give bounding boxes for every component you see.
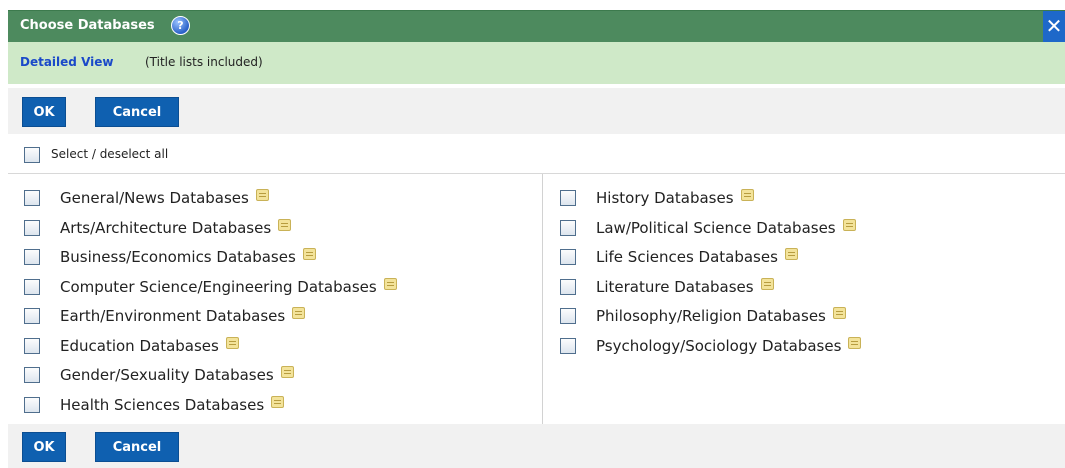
database-item-label: Philosophy/Religion Databases [596, 307, 846, 325]
bottom-button-row: OK Cancel [8, 424, 1065, 468]
note-icon[interactable] [271, 395, 285, 408]
ok-button-top[interactable]: OK [22, 97, 66, 127]
database-item-label: Business/Economics Databases [60, 248, 316, 266]
database-checkbox[interactable] [24, 396, 40, 413]
database-name[interactable]: Earth/Environment Databases [60, 307, 285, 325]
dialog-titlebar: Choose Databases ? ✕ [8, 10, 1065, 43]
database-checkbox[interactable] [24, 219, 40, 236]
database-name[interactable]: General/News Databases [60, 189, 249, 207]
choose-databases-dialog: Choose Databases ? ✕ Detailed View (Titl… [0, 0, 1065, 468]
database-checkbox[interactable] [560, 190, 576, 206]
database-name[interactable]: Literature Databases [596, 278, 754, 296]
database-name[interactable]: History Databases [596, 189, 734, 207]
note-icon[interactable] [760, 277, 774, 290]
top-button-row: OK Cancel [8, 88, 1065, 134]
database-name[interactable]: Philosophy/Religion Databases [596, 307, 826, 325]
database-item-label: Health Sciences Databases [60, 395, 285, 414]
note-icon[interactable] [832, 307, 846, 319]
title-lists-note: (Title lists included) [145, 55, 263, 69]
database-item-label: History Databases [596, 189, 754, 207]
note-icon[interactable] [278, 218, 292, 231]
database-item-label: Literature Databases [596, 277, 774, 296]
database-name[interactable]: Computer Science/Engineering Databases [60, 278, 377, 296]
note-icon[interactable] [225, 336, 239, 349]
database-checkbox[interactable] [560, 308, 576, 324]
database-name[interactable]: Business/Economics Databases [60, 248, 296, 266]
database-name[interactable]: Arts/Architecture Databases [60, 219, 271, 237]
database-item-label: Arts/Architecture Databases [60, 218, 292, 237]
help-icon[interactable]: ? [171, 16, 190, 35]
note-icon[interactable] [842, 218, 856, 231]
database-item-label: Life Sciences Databases [596, 248, 798, 266]
database-name[interactable]: Health Sciences Databases [60, 396, 264, 414]
database-checkbox[interactable] [24, 367, 40, 383]
ok-button-bottom[interactable]: OK [22, 432, 66, 462]
select-all-row: Select / deselect all [8, 134, 1065, 172]
dialog-title: Choose Databases [20, 18, 155, 33]
note-icon[interactable] [784, 248, 798, 260]
cancel-button-top[interactable]: Cancel [95, 97, 179, 127]
database-item-label: Law/Political Science Databases [596, 218, 856, 237]
database-item-label: General/News Databases [60, 189, 269, 207]
view-bar: Detailed View (Title lists included) [8, 42, 1065, 84]
database-checkbox[interactable] [560, 249, 576, 265]
database-item-label: Education Databases [60, 336, 239, 355]
database-checkbox[interactable] [24, 337, 40, 354]
select-all-checkbox[interactable] [24, 147, 40, 163]
database-item-label: Earth/Environment Databases [60, 307, 306, 325]
database-checkbox[interactable] [560, 278, 576, 295]
database-name[interactable]: Gender/Sexuality Databases [60, 366, 274, 384]
database-item-label: Computer Science/Engineering Databases [60, 277, 397, 296]
database-checkbox[interactable] [24, 308, 40, 324]
database-name[interactable]: Life Sciences Databases [596, 248, 778, 266]
database-list: General/News Databases Arts/Architecture … [8, 173, 1065, 425]
database-checkbox[interactable] [560, 337, 576, 354]
cancel-button-bottom[interactable]: Cancel [95, 432, 179, 462]
database-name[interactable]: Psychology/Sociology Databases [596, 337, 841, 355]
note-icon[interactable] [280, 366, 294, 378]
note-icon[interactable] [255, 189, 269, 201]
column-divider [542, 174, 543, 425]
database-checkbox[interactable] [24, 190, 40, 206]
database-checkbox[interactable] [560, 219, 576, 236]
database-item-label: Gender/Sexuality Databases [60, 366, 294, 384]
database-name[interactable]: Law/Political Science Databases [596, 219, 836, 237]
database-checkbox[interactable] [24, 278, 40, 295]
note-icon[interactable] [292, 307, 306, 319]
close-icon[interactable]: ✕ [1043, 11, 1065, 43]
note-icon[interactable] [383, 277, 397, 290]
detailed-view-link[interactable]: Detailed View [20, 55, 113, 69]
note-icon[interactable] [302, 248, 316, 260]
note-icon[interactable] [848, 336, 862, 349]
database-item-label: Psychology/Sociology Databases [596, 336, 862, 355]
database-checkbox[interactable] [24, 249, 40, 265]
database-name[interactable]: Education Databases [60, 337, 219, 355]
select-all-label: Select / deselect all [51, 147, 169, 161]
note-icon[interactable] [740, 189, 754, 201]
